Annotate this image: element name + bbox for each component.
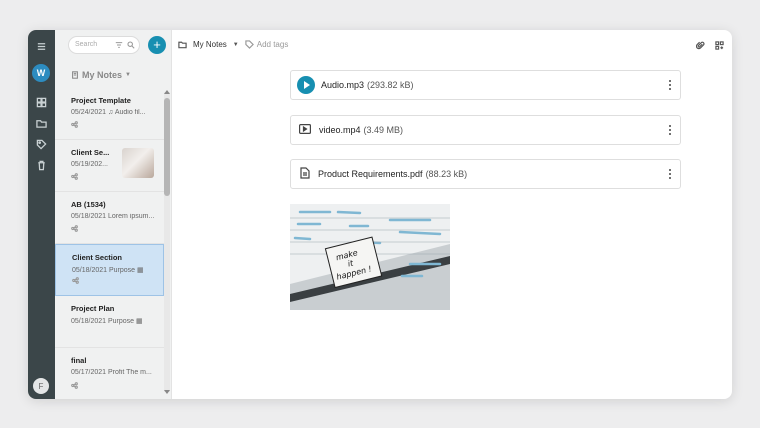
music-icon: ♫ — [108, 109, 114, 116]
chevron-down-icon[interactable]: ▼ — [233, 42, 239, 48]
list-item[interactable]: Project Plan 05/18/2021 Purpose ▦ — [55, 296, 164, 348]
search-input[interactable]: Search — [68, 36, 140, 54]
list-scrollbar[interactable] — [164, 90, 170, 394]
video-icon — [299, 124, 312, 136]
attachment-size: (3.49 MB) — [363, 125, 404, 135]
more-options-icon[interactable] — [669, 80, 672, 92]
trash-icon[interactable] — [35, 159, 48, 172]
scroll-down-icon[interactable] — [164, 390, 170, 394]
folder-icon — [178, 41, 187, 49]
share-icon — [71, 115, 78, 133]
note-title: AB (1534) — [71, 200, 106, 209]
note-meta: 05/18/2021 Purpose ▦ — [72, 267, 144, 274]
more-options-icon[interactable] — [669, 125, 672, 137]
more-options-icon[interactable] — [669, 169, 672, 181]
share-icon — [71, 219, 78, 237]
list-item[interactable]: AB (1534) 05/18/2021 Lorem ipsum... — [55, 192, 164, 244]
notebook-breadcrumb[interactable]: My Notes — [193, 40, 227, 49]
chevron-down-icon: ▼ — [125, 72, 131, 78]
document-icon — [300, 167, 310, 181]
notebook-selector[interactable]: My Notes ▼ — [71, 70, 131, 80]
attachment-name: Product Requirements.pdf — [318, 169, 423, 179]
play-icon[interactable] — [297, 76, 315, 94]
menu-icon[interactable] — [35, 40, 48, 53]
dashboard-icon[interactable] — [35, 96, 48, 109]
notebook-icon — [72, 71, 78, 79]
list-item[interactable]: Client Se... 05/19/202... — [55, 140, 164, 192]
paperclip-icon[interactable] — [696, 41, 705, 50]
attachment-size: (293.82 kB) — [367, 80, 414, 90]
add-tags-button[interactable]: Add tags — [245, 40, 288, 49]
note-meta: 05/18/2021 Lorem ipsum... — [71, 213, 155, 220]
attachment-video[interactable]: video.mp4 (3.49 MB) — [290, 115, 681, 145]
note-thumbnail — [122, 148, 154, 178]
workspace-avatar[interactable]: W — [32, 64, 50, 82]
folder-icon[interactable] — [35, 117, 48, 130]
scroll-thumb[interactable] — [164, 98, 170, 196]
search-icon[interactable] — [127, 41, 135, 49]
editor-topbar: My Notes ▼ Add tags — [178, 40, 288, 49]
note-title: Client Section — [72, 253, 123, 262]
list-item[interactable]: final 05/17/2021 Profit The m... — [55, 348, 164, 399]
embedded-photo[interactable]: make it happen ! — [290, 204, 450, 310]
share-icon — [71, 167, 78, 185]
user-avatar[interactable]: F — [33, 378, 49, 394]
scroll-up-icon[interactable] — [164, 90, 170, 94]
note-title: Project Plan — [71, 304, 115, 313]
attachment-size: (88.23 kB) — [425, 169, 468, 179]
note-meta: 05/17/2021 Profit The m... — [71, 369, 152, 376]
list-item-selected[interactable]: Client Section 05/18/2021 Purpose ▦ — [55, 244, 164, 296]
table-icon: ▦ — [137, 267, 144, 274]
tag-icon[interactable] — [35, 138, 48, 151]
note-editor: My Notes ▼ Add tags Audio.mp3 (293.82 kB… — [172, 30, 732, 399]
list-item[interactable]: Project Template 05/24/2021 ♫ Audio fil.… — [55, 88, 164, 140]
editor-actions — [696, 41, 724, 50]
attachment-name: video.mp4 — [319, 125, 361, 135]
tag-icon — [245, 40, 254, 49]
share-icon — [72, 271, 79, 289]
table-icon: ▦ — [136, 318, 143, 325]
add-note-button[interactable]: + — [148, 36, 166, 54]
notes-list-panel: Search + My Notes ▼ Project Template 05/… — [55, 30, 172, 399]
note-meta: 05/24/2021 ♫ Audio fil... — [71, 109, 146, 116]
search-placeholder: Search — [75, 41, 98, 48]
notebook-label: My Notes — [82, 70, 123, 80]
attachment-pdf[interactable]: Product Requirements.pdf (88.23 kB) — [290, 159, 681, 189]
notes-list: Project Template 05/24/2021 ♫ Audio fil.… — [55, 88, 164, 399]
notebook-photo: make it happen ! — [290, 204, 450, 310]
nav-rail: W F — [28, 30, 55, 399]
note-title: final — [71, 356, 87, 365]
share-icon — [71, 376, 78, 394]
note-title: Project Template — [71, 96, 131, 105]
attachment-audio[interactable]: Audio.mp3 (293.82 kB) — [290, 70, 681, 100]
app-window: W F Search + My Notes ▼ Project Template… — [28, 30, 732, 399]
filter-icon[interactable] — [115, 41, 123, 49]
grid-settings-icon[interactable] — [715, 41, 724, 50]
note-meta: 05/18/2021 Purpose ▦ — [71, 318, 143, 325]
attachment-name: Audio.mp3 — [321, 80, 365, 90]
